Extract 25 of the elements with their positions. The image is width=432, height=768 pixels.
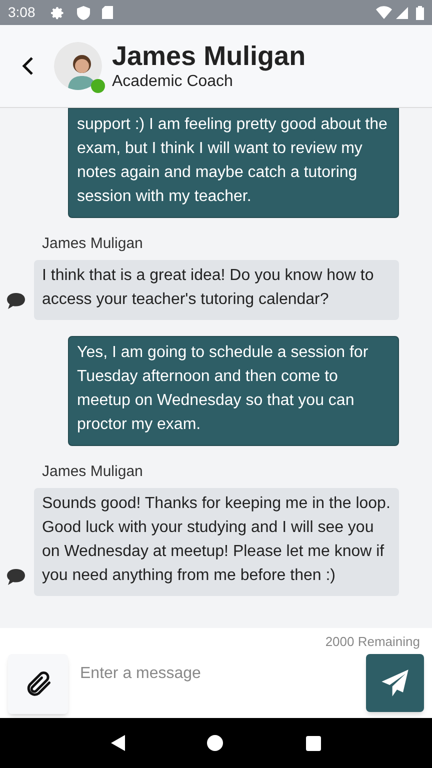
attach-button[interactable] — [8, 654, 68, 714]
battery-icon — [416, 6, 424, 20]
status-time: 3:08 — [8, 3, 36, 22]
message-input[interactable]: Enter a message — [68, 654, 366, 694]
wifi-icon — [376, 6, 392, 19]
contact-role: Academic Coach — [112, 72, 234, 92]
send-button[interactable] — [366, 654, 424, 712]
gear-icon — [51, 6, 66, 20]
back-icon — [22, 56, 34, 76]
sent-message: Yes, I am going to schedule a session for Tuesday afternoon and then come to meetup on Wednesday so that you can proctor my exam. — [68, 336, 399, 446]
received-message: I think that is a great idea! Do you know how to access your teacher's tutoring calendar? — [34, 260, 399, 320]
signal-icon — [396, 6, 408, 18]
received-message: Sounds good! Thanks for keeping me in the loop. Good luck with your studying and I will see you on Wednesday at meetup! Please let me know if you need anything from me before then :) — [34, 488, 399, 596]
sd-card-icon — [102, 6, 114, 19]
contact-name: James Muligan — [112, 40, 306, 72]
recents-nav-icon[interactable] — [306, 736, 321, 750]
chat-bubble-icon — [6, 292, 26, 310]
home-nav-icon[interactable] — [207, 735, 224, 751]
shield-icon — [77, 6, 90, 20]
sender-name: James Muligan — [42, 462, 144, 482]
back-nav-icon[interactable] — [111, 735, 126, 751]
sent-message: support :) I am feeling pretty good about the exam, but I think I will want to review my notes again and maybe catch a tutoring session with my teacher. — [68, 108, 399, 218]
chat-bubble-icon — [6, 568, 26, 586]
sender-name: James Muligan — [42, 234, 144, 254]
remaining-counter: 2000 Remaining — [325, 634, 420, 650]
